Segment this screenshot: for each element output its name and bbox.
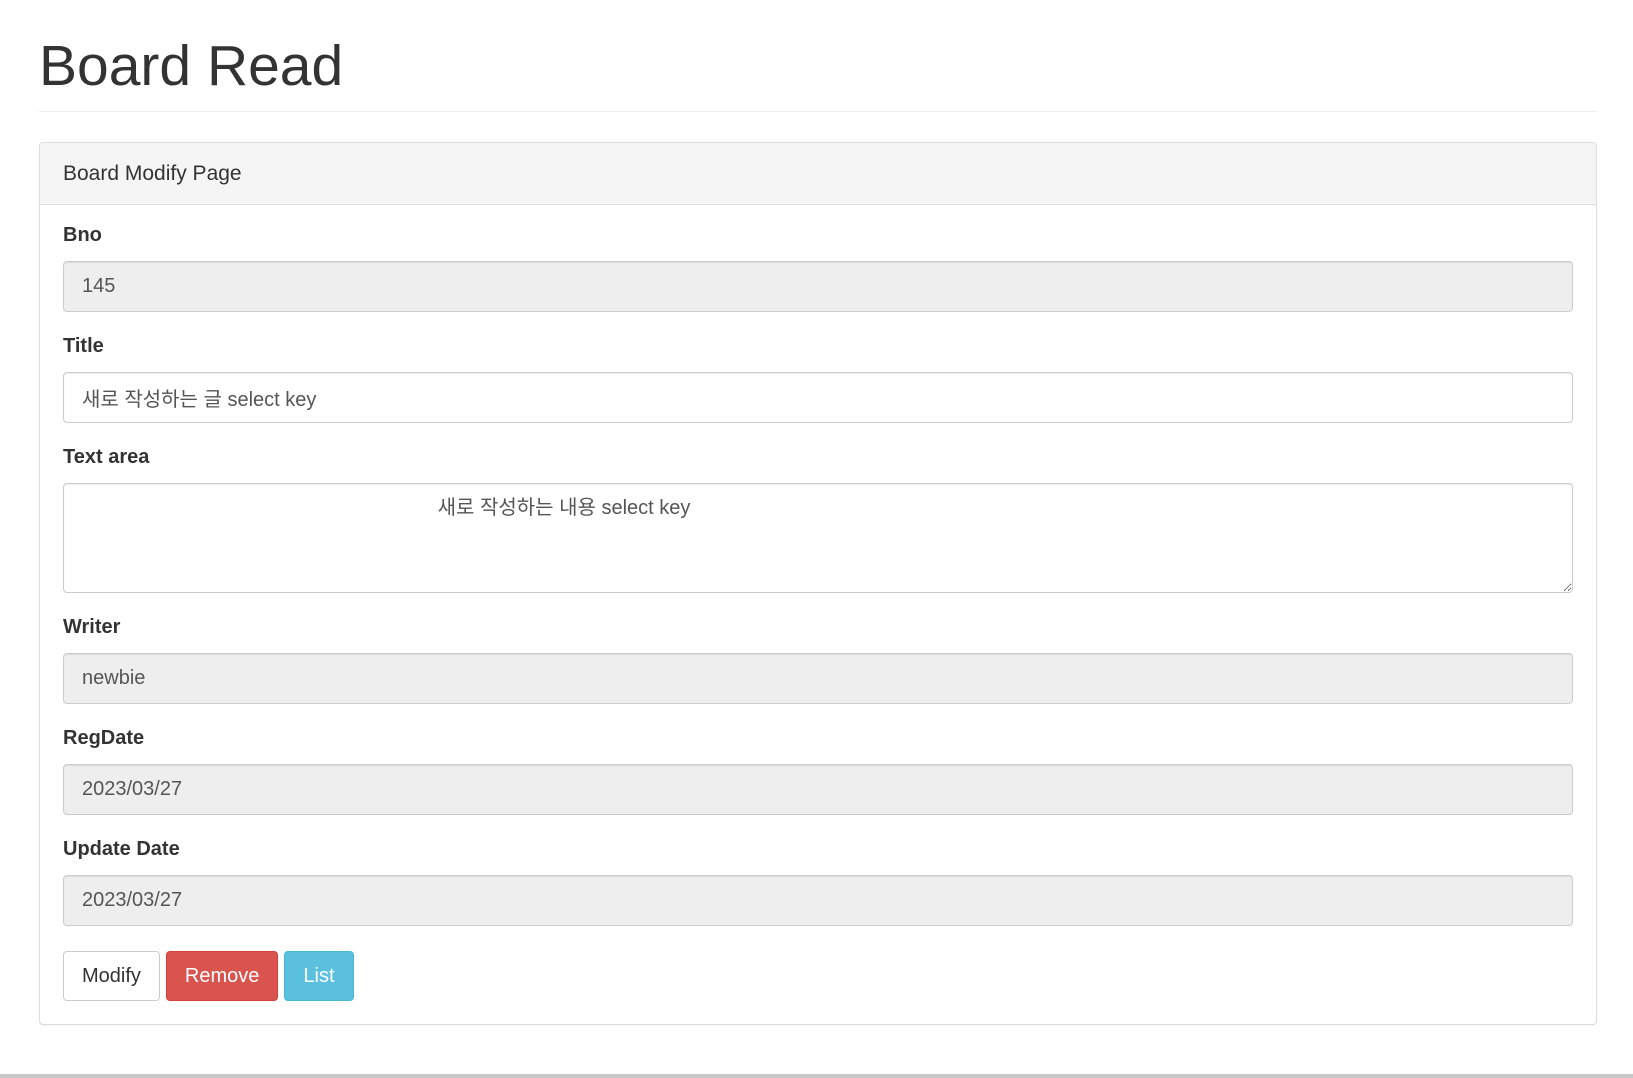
- list-button[interactable]: List: [284, 951, 354, 1001]
- content-textarea[interactable]: [63, 483, 1573, 593]
- bno-group: Bno: [63, 223, 1573, 312]
- bno-field[interactable]: [63, 261, 1573, 312]
- board-panel: Board Modify Page Bno Title Text area Wr…: [39, 142, 1597, 1025]
- regdate-field[interactable]: [63, 764, 1573, 815]
- bno-label: Bno: [63, 224, 102, 246]
- title-label: Title: [63, 335, 104, 357]
- action-buttons: Modify Remove List: [63, 951, 354, 1001]
- writer-group: Writer: [63, 615, 1573, 704]
- title-group: Title: [63, 334, 1573, 423]
- title-field[interactable]: [63, 372, 1573, 423]
- writer-field[interactable]: [63, 653, 1573, 704]
- content-label: Text area: [63, 446, 150, 468]
- panel-heading: Board Modify Page: [40, 143, 1596, 205]
- regdate-group: RegDate: [63, 726, 1573, 815]
- updatedate-field[interactable]: [63, 875, 1573, 926]
- updatedate-label: Update Date: [63, 838, 180, 860]
- updatedate-group: Update Date: [63, 837, 1573, 926]
- page-title: Board Read: [39, 34, 344, 98]
- content-group: Text area: [63, 445, 1573, 593]
- writer-label: Writer: [63, 616, 121, 638]
- page-header: Board Read: [39, 30, 1597, 112]
- modify-button[interactable]: Modify: [63, 951, 160, 1001]
- page: Board Read Board Modify Page Bno Title T…: [0, 0, 1633, 1078]
- remove-button[interactable]: Remove: [165, 951, 279, 1001]
- regdate-label: RegDate: [63, 727, 145, 749]
- window-bottom-border: [0, 1074, 1633, 1078]
